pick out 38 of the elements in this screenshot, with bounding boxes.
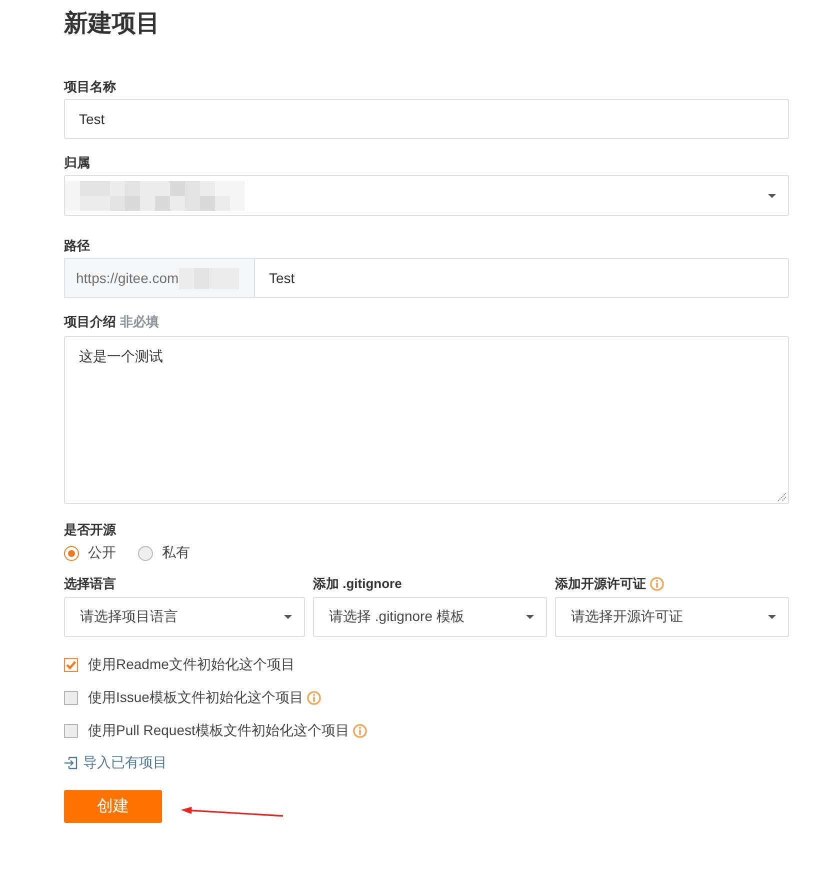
radio-label[interactable]: 私有 (162, 544, 190, 562)
caret-icon (768, 615, 776, 619)
field-label: 路径 (64, 237, 90, 255)
resize-grip-icon (778, 493, 786, 501)
import-icon (64, 756, 78, 770)
info-icon[interactable] (353, 724, 368, 738)
owner-select[interactable] (64, 175, 789, 216)
dropdown-select[interactable]: 请选择项目语言 (64, 597, 305, 637)
field-label: 选择语言 (64, 575, 116, 593)
checkbox[interactable] (64, 724, 78, 738)
caret-icon (768, 194, 776, 198)
field-label: 是否开源 (64, 521, 116, 539)
radio-button[interactable] (138, 546, 153, 560)
description-field[interactable]: 这是一个测试 (64, 336, 789, 504)
dropdown-select[interactable]: 请选择开源许可证 (555, 597, 789, 637)
checkbox-label[interactable]: 使用Issue模板文件初始化这个项目 (88, 688, 304, 706)
field-label: 添加开源许可证 (555, 575, 646, 593)
import-link[interactable]: 导入已有项目 (64, 753, 167, 773)
checkbox-label[interactable]: 使用Pull Request模板文件初始化这个项目 (88, 722, 350, 740)
info-icon[interactable] (307, 690, 322, 704)
optional-hint: 非必填 (120, 313, 159, 331)
radio-label[interactable]: 公开 (88, 544, 116, 562)
radio-button[interactable] (64, 546, 79, 560)
field-label: 项目名称 (64, 78, 116, 96)
field-label: 添加 .gitignore (313, 575, 402, 593)
caret-icon (526, 615, 534, 619)
page-title: 新建项目 (64, 9, 160, 39)
checkbox[interactable] (64, 690, 78, 704)
field-label: 项目介绍 (64, 313, 116, 331)
field-label: 归属 (64, 154, 90, 172)
project-name-input[interactable]: Test (64, 99, 789, 139)
caret-icon (284, 615, 292, 619)
checkbox-label[interactable]: 使用Readme文件初始化这个项目 (88, 656, 295, 674)
dropdown-select[interactable]: 请选择 .gitignore 模板 (313, 597, 547, 637)
info-icon[interactable] (650, 577, 664, 591)
path-input[interactable]: Test (254, 258, 789, 298)
checkbox[interactable] (64, 658, 78, 672)
url-prefix-text: https://gitee.com (76, 270, 179, 286)
